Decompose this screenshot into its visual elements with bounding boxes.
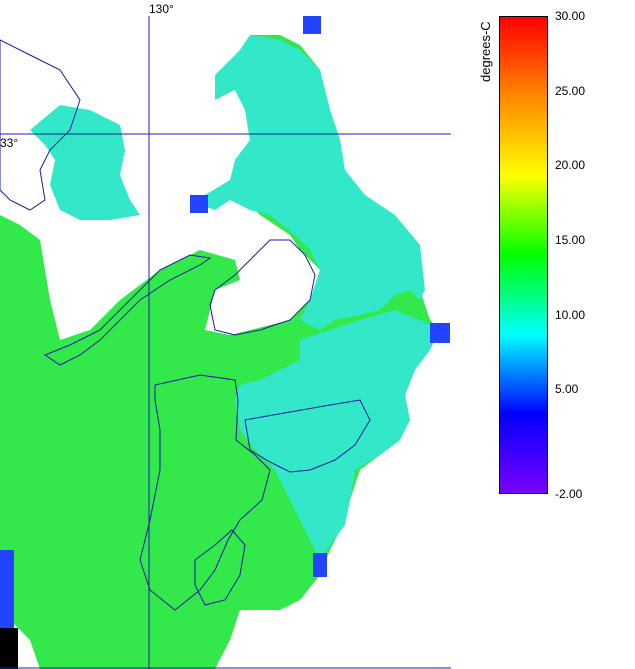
sst-cold-cell: [430, 323, 450, 343]
sst-cold-cell: [0, 550, 14, 630]
sst-field: [0, 16, 450, 669]
colorbar-unit: degrees-C: [478, 21, 493, 82]
lat-label-33: 33°: [0, 136, 18, 150]
colorbar-tick-label: 5.00: [555, 382, 579, 397]
sst-cold-cell: [303, 16, 321, 34]
colorbar-tick-label: -2.00: [555, 487, 583, 501]
colorbar-tick-label: 25.00: [555, 83, 586, 98]
colorbar: [499, 16, 548, 494]
sst-region-northwest: [30, 105, 140, 220]
sst-cold-cell: [313, 553, 327, 577]
colorbar-tick-label: 15.00: [555, 233, 586, 248]
colorbar-tick-label: 30.00: [555, 9, 586, 23]
colorbar-tick-label: 20.00: [555, 158, 586, 173]
lon-label-130: 130°: [149, 2, 174, 16]
sst-cold-cell: [190, 195, 208, 213]
colorbar-tick-label: 10.00: [555, 307, 586, 322]
sst-cold-cell: [0, 628, 18, 669]
